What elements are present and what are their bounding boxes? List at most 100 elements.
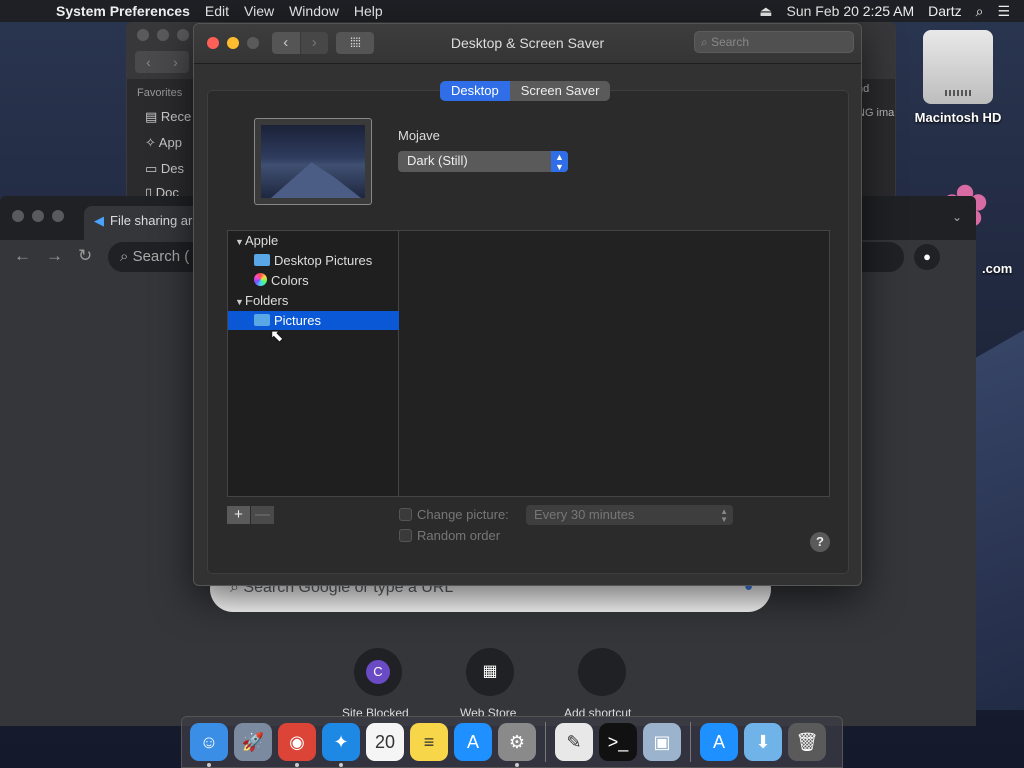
chevron-right-icon: › bbox=[311, 34, 317, 51]
menu-user[interactable]: Dartz bbox=[928, 3, 961, 19]
shortcut-tile-site-blocked[interactable]: C bbox=[354, 648, 402, 696]
finder-nav-buttons[interactable]: ‹ › bbox=[135, 51, 189, 73]
change-interval-popup[interactable]: Every 30 minutes ▲ ▼ bbox=[526, 505, 733, 525]
tab-screen-saver[interactable]: Screen Saver bbox=[509, 81, 611, 101]
textedit-icon[interactable]: ✎ bbox=[555, 723, 593, 761]
source-group-folders[interactable]: ▼Folders bbox=[228, 291, 399, 310]
close-button[interactable] bbox=[207, 37, 219, 49]
minimize-button[interactable] bbox=[227, 37, 239, 49]
random-order-checkbox[interactable]: Random order bbox=[399, 528, 500, 543]
downloads-folder-icon[interactable]: ⬇ bbox=[744, 723, 782, 761]
source-item-label: Desktop Pictures bbox=[274, 253, 373, 268]
menu-view[interactable]: View bbox=[244, 3, 289, 19]
app-store-folder-icon[interactable]: A bbox=[700, 723, 738, 761]
notification-center-icon[interactable]: ☰ bbox=[997, 3, 1010, 20]
reload-icon[interactable]: ↻ bbox=[78, 246, 92, 266]
sysprefs-search-field[interactable]: ⌕ bbox=[694, 31, 854, 53]
source-group-apple[interactable]: ▼Apple bbox=[228, 231, 399, 250]
finder-close-button[interactable] bbox=[137, 29, 149, 41]
tab-desktop[interactable]: Desktop bbox=[440, 81, 510, 101]
terminal-icon[interactable]: >_ bbox=[599, 723, 637, 761]
shortcut-tile-web-store[interactable]: ▦ bbox=[466, 648, 514, 696]
pane-tabs: Desktop Screen Saver bbox=[440, 81, 611, 101]
disclosure-triangle-icon[interactable]: ▼ bbox=[235, 233, 245, 252]
shortcut-tile-add-shortcut[interactable] bbox=[578, 648, 626, 696]
menu-clock[interactable]: Sun Feb 20 2:25 AM bbox=[787, 3, 915, 19]
menu-help[interactable]: Help bbox=[354, 3, 398, 19]
menu-window[interactable]: Window bbox=[289, 3, 354, 19]
sysprefs-titlebar: ‹ › ⁞⁞⁞⁞ Desktop & Screen Saver ⌕ bbox=[194, 24, 861, 64]
finder-sidebar-item-applications[interactable]: ✧ App bbox=[145, 135, 182, 151]
popup-arrows-icon: ▲ ▼ bbox=[551, 151, 568, 172]
disclosure-triangle-icon[interactable]: ▼ bbox=[235, 293, 245, 312]
profile-avatar-icon[interactable]: ● bbox=[914, 244, 940, 270]
forward-icon[interactable]: › bbox=[173, 54, 178, 70]
source-item-pictures[interactable]: Pictures bbox=[228, 311, 399, 330]
preview-icon[interactable]: ▣ bbox=[643, 723, 681, 761]
menu-app-name[interactable]: System Preferences bbox=[56, 3, 205, 19]
source-item-desktop-pictures[interactable]: Desktop Pictures bbox=[228, 251, 399, 270]
chevron-left-icon: ‹ bbox=[283, 34, 289, 51]
safari-icon[interactable]: ✦ bbox=[322, 723, 360, 767]
appearance-popup-value: Dark (Still) bbox=[407, 153, 468, 168]
wallpaper-preview bbox=[254, 118, 372, 205]
chrome-close-button[interactable] bbox=[12, 210, 24, 222]
finder-window-controls bbox=[137, 29, 189, 41]
sysprefs-search-input[interactable] bbox=[711, 35, 842, 49]
finder-minimize-button[interactable] bbox=[157, 29, 169, 41]
forward-button[interactable]: › bbox=[300, 32, 328, 54]
finder-zoom-button[interactable] bbox=[177, 29, 189, 41]
calendar-icon[interactable]: 20 bbox=[366, 723, 404, 761]
eject-icon[interactable]: ⏏ bbox=[759, 3, 772, 20]
shortcut-initial: C bbox=[366, 659, 390, 684]
checkbox-box[interactable] bbox=[399, 529, 412, 542]
desktop-file-label: .com bbox=[982, 261, 1013, 276]
tab-search-chevron-icon[interactable]: ⌄ bbox=[952, 210, 962, 224]
wallpaper-name: Mojave bbox=[398, 128, 440, 143]
finder-sidebar-item-desktop[interactable]: ▭ Des bbox=[145, 161, 184, 177]
dock-separator bbox=[545, 722, 546, 762]
show-all-button[interactable]: ⁞⁞⁞⁞ bbox=[336, 32, 374, 54]
back-arrow-icon[interactable]: ← bbox=[14, 246, 31, 266]
desktop-icon: ▭ bbox=[145, 161, 161, 176]
remove-folder-button[interactable]: — bbox=[251, 506, 274, 524]
chrome-zoom-button[interactable] bbox=[52, 210, 64, 222]
change-picture-checkbox[interactable]: Change picture: bbox=[399, 507, 509, 522]
trash-icon[interactable]: 🗑 bbox=[788, 723, 826, 761]
appearance-popup[interactable]: Dark (Still) ▲ ▼ bbox=[398, 151, 568, 172]
launchpad-icon[interactable]: 🚀 bbox=[234, 723, 272, 761]
finder-sidebar-label: App bbox=[158, 135, 182, 150]
running-indicator bbox=[515, 763, 519, 767]
wallpaper-preview-image bbox=[261, 125, 365, 198]
add-folder-button[interactable]: + bbox=[227, 506, 250, 524]
tab-favicon-icon: ◀ bbox=[94, 213, 104, 228]
help-button[interactable]: ? bbox=[810, 532, 830, 552]
chrome-tab[interactable]: ◀ File sharing ar bbox=[84, 206, 204, 240]
running-indicator bbox=[207, 763, 211, 767]
system-preferences-window: ‹ › ⁞⁞⁞⁞ Desktop & Screen Saver ⌕ Deskto… bbox=[193, 23, 862, 586]
chrome-window-controls bbox=[12, 210, 64, 222]
source-list: ▼Apple Desktop Pictures Colors ▼Folders … bbox=[227, 230, 399, 497]
zoom-button[interactable] bbox=[247, 37, 259, 49]
source-item-label: Colors bbox=[271, 273, 309, 288]
forward-arrow-icon[interactable]: → bbox=[46, 246, 63, 266]
system-preferences-icon[interactable]: ⚙ bbox=[498, 723, 536, 767]
chrome-minimize-button[interactable] bbox=[32, 210, 44, 222]
wallpaper-thumbnail-grid[interactable] bbox=[399, 230, 830, 497]
back-button[interactable]: ‹ bbox=[272, 32, 300, 54]
checkbox-box[interactable] bbox=[399, 508, 412, 521]
source-item-colors[interactable]: Colors bbox=[228, 271, 399, 290]
hard-drive-icon bbox=[923, 30, 993, 104]
omnibox-text: Search ( bbox=[132, 248, 190, 265]
finder-sidebar-item-recents[interactable]: ▤ Rece bbox=[145, 109, 191, 125]
menu-edit[interactable]: Edit bbox=[205, 3, 244, 19]
finder-icon[interactable]: ☺ bbox=[190, 723, 228, 767]
chrome-icon[interactable]: ◉ bbox=[278, 723, 316, 767]
popup-arrows-icon: ▲ ▼ bbox=[720, 507, 728, 524]
color-wheel-icon bbox=[254, 273, 267, 286]
macintosh-hd-desktop-icon[interactable]: Macintosh HD bbox=[908, 30, 1008, 125]
app-store-icon[interactable]: A bbox=[454, 723, 492, 761]
notes-icon[interactable]: ≡ bbox=[410, 723, 448, 761]
spotlight-icon[interactable]: ⌕ bbox=[976, 3, 984, 20]
back-icon[interactable]: ‹ bbox=[146, 54, 151, 70]
